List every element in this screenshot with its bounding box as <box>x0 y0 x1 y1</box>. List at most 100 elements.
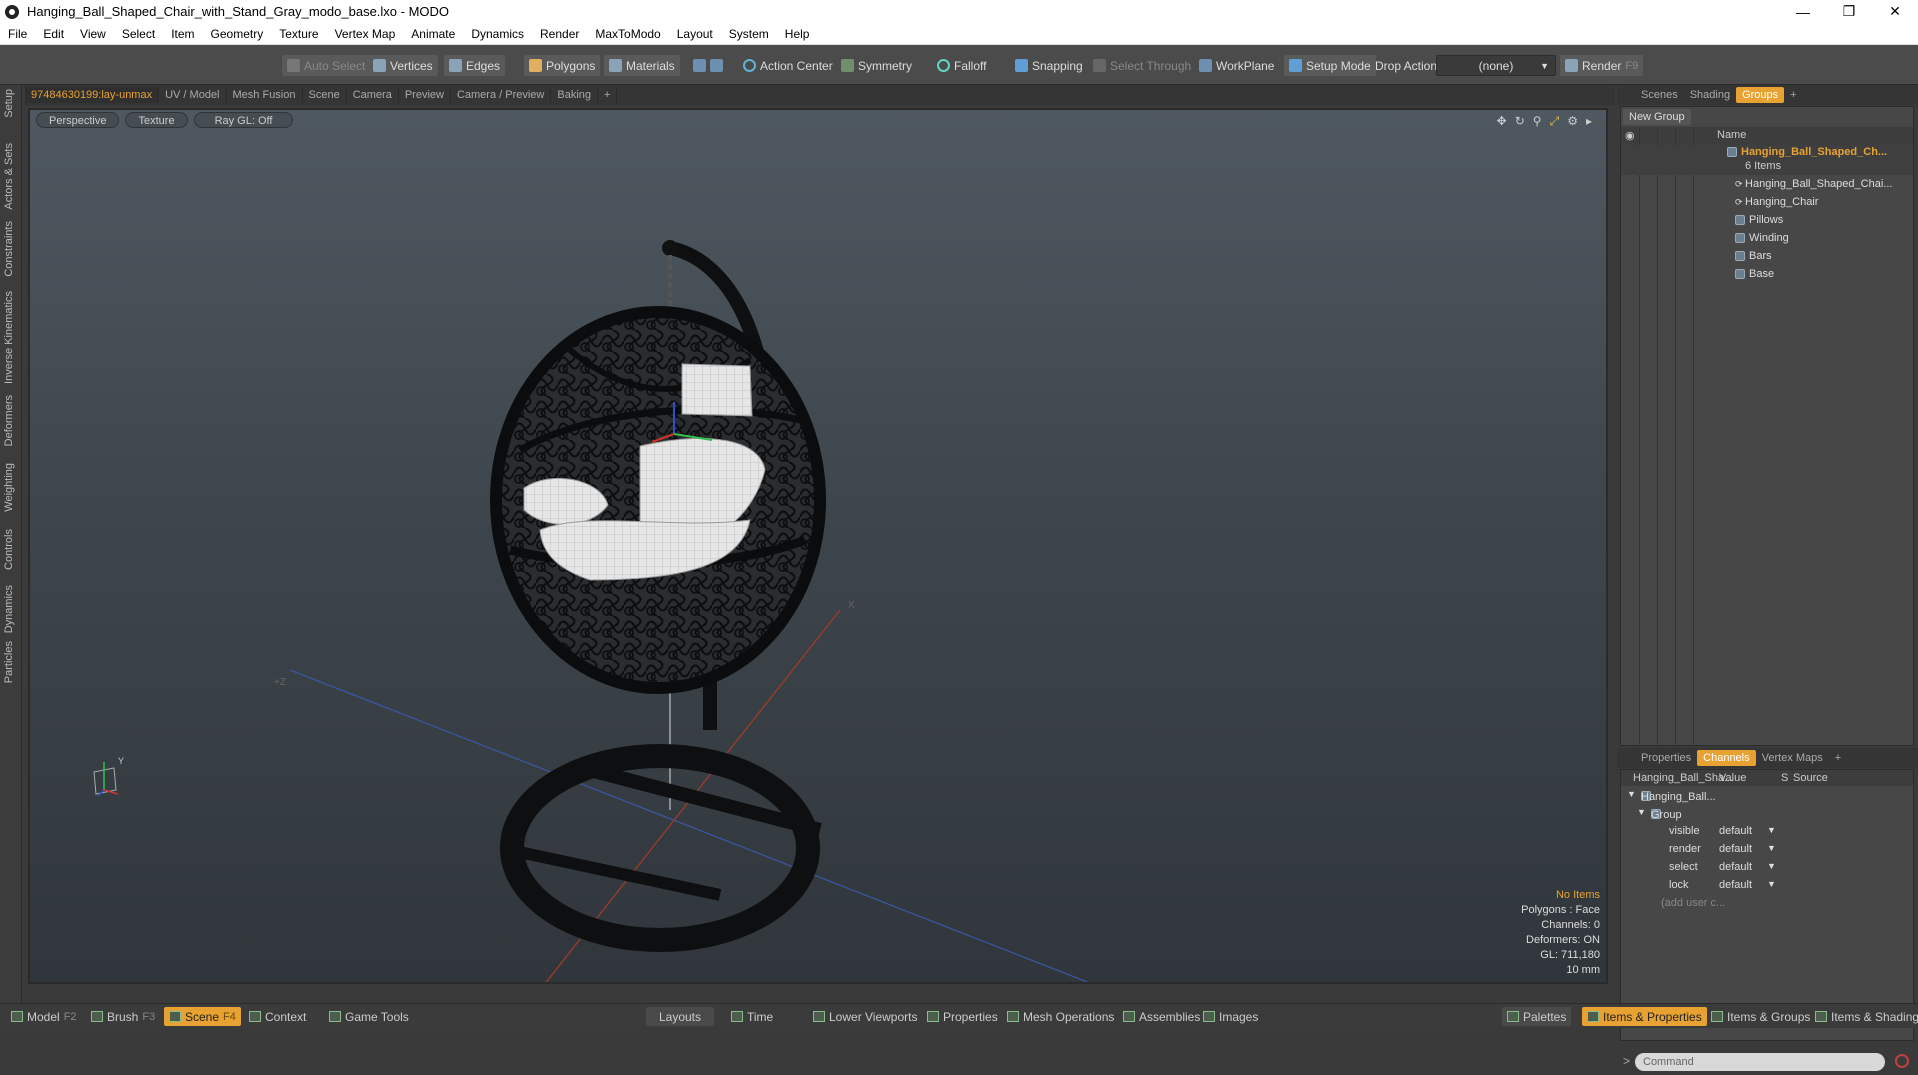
brush-layout-button[interactable]: Brush F3 <box>86 1007 160 1026</box>
tab-scene[interactable]: Scene <box>303 87 347 103</box>
tab-uv-model[interactable]: UV / Model <box>159 87 227 103</box>
menu-geometry[interactable]: Geometry <box>203 27 272 41</box>
tab-camera[interactable]: Camera <box>347 87 399 103</box>
tab-deformers[interactable]: Deformers <box>3 395 15 446</box>
menu-select[interactable]: Select <box>114 27 163 41</box>
channel-row[interactable]: render default ▼ <box>1621 841 1913 859</box>
channel-item-row[interactable]: ▼ Hanging_Ball... <box>1621 787 1913 805</box>
edges-button[interactable]: Edges <box>444 55 506 76</box>
3d-viewport[interactable]: Perspective Texture Ray GL: Off ✥ ↻ ⚲ ⤢ … <box>28 108 1608 984</box>
mesh-operations-button[interactable]: Mesh Operations <box>1002 1007 1119 1026</box>
list-item[interactable]: ⟳ Hanging_Ball_Shaped_Chai... <box>1621 175 1913 193</box>
menu-view[interactable]: View <box>72 27 114 41</box>
tab-preview[interactable]: Preview <box>399 87 451 103</box>
context-layout-button[interactable]: Context <box>244 1007 311 1026</box>
menu-animate[interactable]: Animate <box>403 27 463 41</box>
menu-texture[interactable]: Texture <box>271 27 326 41</box>
tab-groups[interactable]: Groups <box>1736 87 1785 103</box>
tab-layout-unmax[interactable]: 97484630199:lay-unmax <box>25 87 160 103</box>
new-group-button[interactable]: New Group <box>1623 109 1691 125</box>
tab-shading[interactable]: Shading <box>1684 87 1736 103</box>
expand-arrow-icon[interactable]: ▼ <box>1637 807 1646 817</box>
images-button[interactable]: Images <box>1198 1007 1263 1026</box>
list-item[interactable]: Winding <box>1621 229 1913 247</box>
falloff-button[interactable]: Falloff <box>932 55 991 76</box>
items-properties-button[interactable]: Items & Properties <box>1582 1007 1707 1026</box>
chevron-down-icon[interactable]: ▼ <box>1767 861 1776 871</box>
materials-button[interactable]: Materials <box>604 55 680 76</box>
tab-scenes[interactable]: Scenes <box>1635 87 1684 103</box>
channel-row[interactable]: visible default ▼ <box>1621 823 1913 841</box>
chevron-down-icon[interactable]: ▼ <box>1767 879 1776 889</box>
channel-value[interactable]: default <box>1719 879 1752 891</box>
tab-baking[interactable]: Baking <box>551 87 599 103</box>
expand-arrow-icon[interactable]: ▼ <box>1627 789 1636 799</box>
transform-tools[interactable] <box>688 55 728 76</box>
menu-render[interactable]: Render <box>532 27 587 41</box>
tab-camera-preview[interactable]: Camera / Preview <box>451 87 552 103</box>
items-shading-button[interactable]: Items & Shading <box>1810 1007 1918 1026</box>
tab-inverse-kinematics[interactable]: Inverse Kinematics <box>3 291 15 384</box>
menu-dynamics[interactable]: Dynamics <box>463 27 532 41</box>
tab-actors-sets[interactable]: Actors & Sets <box>3 143 15 210</box>
menu-layout[interactable]: Layout <box>669 27 721 41</box>
menu-maxtomodo[interactable]: MaxToModo <box>587 27 668 41</box>
chevron-down-icon[interactable]: ▼ <box>1767 843 1776 853</box>
model-layout-button[interactable]: Model F2 <box>6 1007 82 1026</box>
tab-constraints[interactable]: Constraints <box>3 221 15 277</box>
tab-dynamics[interactable]: Dynamics <box>3 585 15 633</box>
list-item[interactable]: ⟳ Hanging_Chair <box>1621 193 1913 211</box>
palettes-button[interactable]: Palettes <box>1502 1007 1572 1026</box>
tab-vertex-maps[interactable]: Vertex Maps <box>1756 750 1829 766</box>
tab-weighting[interactable]: Weighting <box>3 463 15 512</box>
list-item[interactable]: Base <box>1621 265 1913 283</box>
layouts-button[interactable]: Layouts <box>646 1007 714 1026</box>
add-user-channel-row[interactable]: (add user c... <box>1621 895 1913 913</box>
channel-row[interactable]: select default ▼ <box>1621 859 1913 877</box>
workplane-button[interactable]: WorkPlane <box>1194 55 1279 76</box>
game-tools-layout-button[interactable]: Game Tools <box>324 1007 414 1026</box>
render-button[interactable]: Render F9 <box>1560 55 1644 76</box>
items-groups-button[interactable]: Items & Groups <box>1706 1007 1815 1026</box>
add-tab-button[interactable]: + <box>1829 750 1847 766</box>
tab-controls[interactable]: Controls <box>3 529 15 570</box>
add-tab-button[interactable]: + <box>1784 87 1802 103</box>
snapping-button[interactable]: Snapping <box>1010 55 1088 76</box>
command-input[interactable]: Command <box>1635 1053 1885 1071</box>
drop-action-select[interactable]: (none) ▼ <box>1436 55 1556 76</box>
list-item[interactable]: Pillows <box>1621 211 1913 229</box>
channel-group-row[interactable]: ▼ Group <box>1621 805 1913 823</box>
time-button[interactable]: Time <box>726 1007 778 1026</box>
select-through-button[interactable]: Select Through <box>1088 55 1196 76</box>
add-tab-button[interactable]: + <box>598 87 618 103</box>
vertices-button[interactable]: Vertices <box>368 55 438 76</box>
tab-particles[interactable]: Particles <box>3 641 15 683</box>
channel-value[interactable]: default <box>1719 843 1752 855</box>
channel-value[interactable]: default <box>1719 861 1752 873</box>
menu-item[interactable]: Item <box>163 27 202 41</box>
channel-value[interactable]: default <box>1719 825 1752 837</box>
close-icon[interactable]: ✕ <box>1872 0 1918 23</box>
tab-properties[interactable]: Properties <box>1635 750 1697 766</box>
list-item[interactable]: Bars <box>1621 247 1913 265</box>
action-center-button[interactable]: Action Center <box>738 55 838 76</box>
symmetry-button[interactable]: Symmetry <box>836 55 917 76</box>
channel-row[interactable]: lock default ▼ <box>1621 877 1913 895</box>
assemblies-button[interactable]: Assemblies <box>1118 1007 1205 1026</box>
lower-viewports-button[interactable]: Lower Viewports <box>808 1007 923 1026</box>
record-icon[interactable] <box>1895 1054 1909 1068</box>
menu-edit[interactable]: Edit <box>35 27 72 41</box>
menu-vertex-map[interactable]: Vertex Map <box>327 27 404 41</box>
chevron-down-icon[interactable]: ▼ <box>1767 825 1776 835</box>
group-row[interactable]: Hanging_Ball_Shaped_Ch... 6 Items <box>1621 145 1913 175</box>
menu-file[interactable]: File <box>0 27 35 41</box>
tab-setup[interactable]: Setup <box>3 89 15 118</box>
tab-mesh-fusion[interactable]: Mesh Fusion <box>227 87 303 103</box>
properties-button[interactable]: Properties <box>922 1007 1003 1026</box>
tab-channels[interactable]: Channels <box>1697 750 1756 766</box>
minimize-icon[interactable]: — <box>1780 0 1826 23</box>
scene-layout-button[interactable]: Scene F4 <box>164 1007 241 1026</box>
setup-mode-button[interactable]: Setup Mode <box>1284 55 1376 76</box>
restore-icon[interactable]: ❐ <box>1826 0 1872 23</box>
polygons-button[interactable]: Polygons <box>524 55 601 76</box>
